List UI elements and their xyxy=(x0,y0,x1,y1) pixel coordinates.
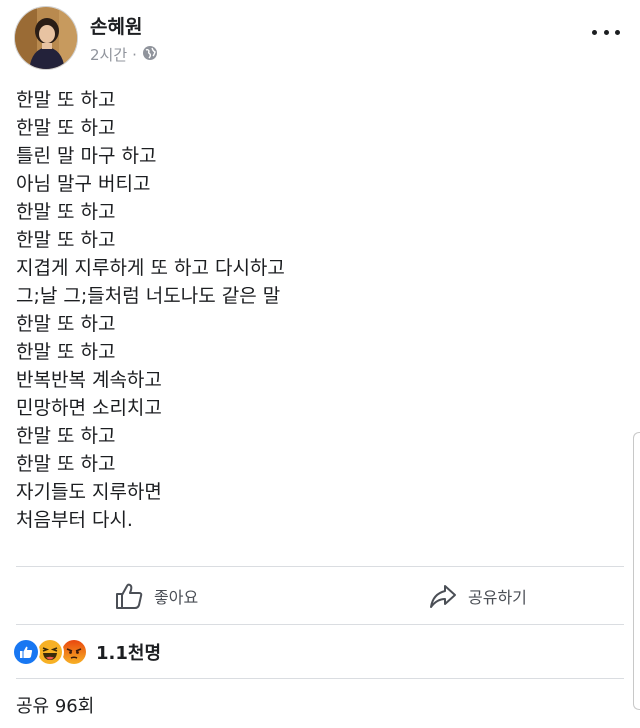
thumbs-up-icon xyxy=(116,583,143,609)
more-options-icon[interactable] xyxy=(592,22,620,42)
divider xyxy=(16,566,624,567)
post-text-line: 한말 또 하고 xyxy=(16,425,116,447)
post-text-line: 한말 또 하고 xyxy=(16,229,116,251)
share-count[interactable]: 공유 96회 xyxy=(16,692,94,718)
avatar[interactable] xyxy=(14,6,78,70)
reaction-count: 1.1천명 xyxy=(96,643,162,664)
meta-separator: · xyxy=(132,45,137,64)
post-text-line: 한말 또 하고 xyxy=(16,201,116,223)
post-header: 손혜원 2시간 · xyxy=(0,0,640,80)
post-text-line: 한말 또 하고 xyxy=(16,313,116,335)
post-text-line: 한말 또 하고 xyxy=(16,453,116,475)
like-label: 좋아요 xyxy=(154,588,199,607)
divider xyxy=(16,678,624,679)
post-text-line: 처음부터 다시. xyxy=(16,509,133,531)
post-text-line: 지겹게 지루하게 또 하고 다시하고 xyxy=(16,257,285,279)
divider xyxy=(16,624,624,625)
like-button[interactable]: 좋아요 xyxy=(114,580,198,612)
post-text-line: 아님 말구 버티고 xyxy=(16,173,151,195)
author-name[interactable]: 손혜원 xyxy=(90,12,142,39)
post-text-line: 그;날 그;들처럼 너도나도 같은 말 xyxy=(16,285,281,307)
post-text-line: 한말 또 하고 xyxy=(16,341,116,363)
share-arrow-icon xyxy=(430,585,456,608)
like-reaction-icon xyxy=(12,638,40,666)
post-meta: 2시간 · xyxy=(90,44,158,65)
scrollbar[interactable] xyxy=(633,432,640,710)
share-label: 공유하기 xyxy=(468,588,527,607)
globe-icon xyxy=(142,45,158,65)
post-time[interactable]: 2시간 xyxy=(90,44,127,65)
haha-reaction-icon xyxy=(36,638,64,666)
reactions-summary[interactable]: 1.1천명 xyxy=(12,638,161,666)
angry-reaction-icon xyxy=(60,638,88,666)
post-text-line: 민망하면 소리치고 xyxy=(16,397,162,419)
post-text-line: 반복반복 계속하고 xyxy=(16,369,162,391)
post-text-line: 자기들도 지루하면 xyxy=(16,481,162,503)
post-text-line: 한말 또 하고 xyxy=(16,89,116,111)
share-button[interactable]: 공유하기 xyxy=(428,580,527,612)
post-text-line: 틀린 말 마구 하고 xyxy=(16,145,157,167)
post-text-line: 한말 또 하고 xyxy=(16,117,116,139)
post-text: 한말 또 하고 한말 또 하고 틀린 말 마구 하고 아님 말구 버티고 한말 또 하고… xyxy=(16,86,616,534)
